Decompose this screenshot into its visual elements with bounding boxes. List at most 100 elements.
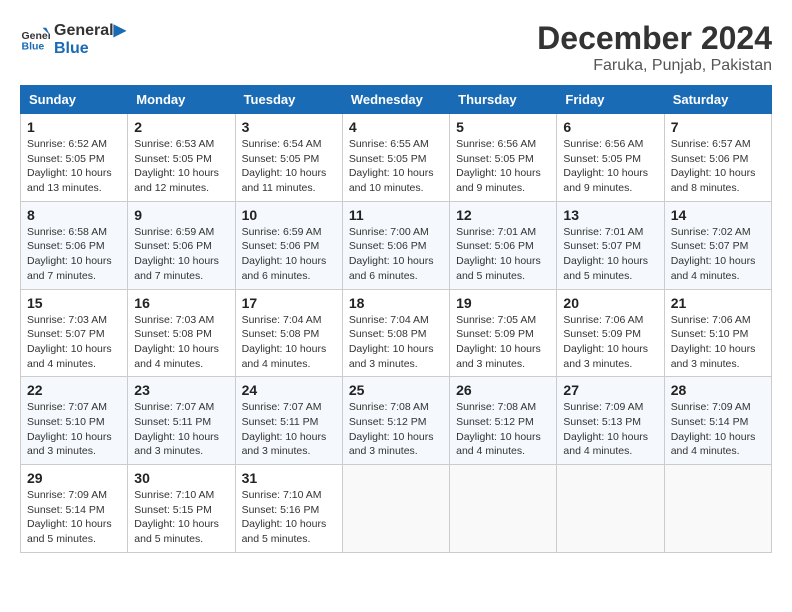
day-info: Sunrise: 7:07 AM Sunset: 5:11 PM Dayligh… [242,400,336,459]
calendar-cell: 3 Sunrise: 6:54 AM Sunset: 5:05 PM Daylig… [235,114,342,202]
header-thursday: Thursday [450,86,557,114]
day-number: 27 [563,382,657,398]
header-wednesday: Wednesday [342,86,449,114]
calendar-week-5: 29 Sunrise: 7:09 AM Sunset: 5:14 PM Dayli… [21,465,772,553]
day-info: Sunrise: 7:07 AM Sunset: 5:11 PM Dayligh… [134,400,228,459]
day-info: Sunrise: 7:04 AM Sunset: 5:08 PM Dayligh… [242,313,336,372]
calendar-cell: 9 Sunrise: 6:59 AM Sunset: 5:06 PM Daylig… [128,201,235,289]
day-info: Sunrise: 7:09 AM Sunset: 5:14 PM Dayligh… [27,488,121,547]
calendar-cell: 28 Sunrise: 7:09 AM Sunset: 5:14 PM Dayli… [664,377,771,465]
calendar-week-2: 8Sunrise: 6:58 AM Sunset: 5:06 PM Daylig… [21,201,772,289]
day-number: 15 [27,295,121,311]
day-number: 11 [349,207,443,223]
calendar-table: Sunday Monday Tuesday Wednesday Thursday… [20,85,772,553]
day-info: Sunrise: 7:01 AM Sunset: 5:07 PM Dayligh… [563,225,657,284]
calendar-cell [557,465,664,553]
day-info: Sunrise: 7:09 AM Sunset: 5:14 PM Dayligh… [671,400,765,459]
day-number: 20 [563,295,657,311]
logo-text-line2: Blue [54,40,126,58]
calendar-cell: 15Sunrise: 7:03 AM Sunset: 5:07 PM Dayli… [21,289,128,377]
calendar-cell [664,465,771,553]
day-info: Sunrise: 7:03 AM Sunset: 5:08 PM Dayligh… [134,313,228,372]
day-number: 29 [27,470,121,486]
calendar-header-row: Sunday Monday Tuesday Wednesday Thursday… [21,86,772,114]
day-info: Sunrise: 6:55 AM Sunset: 5:05 PM Dayligh… [349,137,443,196]
day-info: Sunrise: 7:00 AM Sunset: 5:06 PM Dayligh… [349,225,443,284]
day-info: Sunrise: 7:02 AM Sunset: 5:07 PM Dayligh… [671,225,765,284]
title-area: December 2024 Faruka, Punjab, Pakistan [537,20,772,75]
day-info: Sunrise: 7:05 AM Sunset: 5:09 PM Dayligh… [456,313,550,372]
day-number: 21 [671,295,765,311]
header-tuesday: Tuesday [235,86,342,114]
day-info: Sunrise: 6:59 AM Sunset: 5:06 PM Dayligh… [242,225,336,284]
day-info: Sunrise: 6:56 AM Sunset: 5:05 PM Dayligh… [456,137,550,196]
day-number: 24 [242,382,336,398]
calendar-cell: 20 Sunrise: 7:06 AM Sunset: 5:09 PM Dayli… [557,289,664,377]
day-info: Sunrise: 6:59 AM Sunset: 5:06 PM Dayligh… [134,225,228,284]
logo-text-line1: General▶ [54,20,126,40]
calendar-cell: 13Sunrise: 7:01 AM Sunset: 5:07 PM Dayli… [557,201,664,289]
header-friday: Friday [557,86,664,114]
calendar-cell: 22 Sunrise: 7:07 AM Sunset: 5:10 PM Dayli… [21,377,128,465]
day-info: Sunrise: 7:08 AM Sunset: 5:12 PM Dayligh… [349,400,443,459]
svg-text:Blue: Blue [22,41,45,53]
day-number: 31 [242,470,336,486]
day-number: 18 [349,295,443,311]
calendar-cell: 10 Sunrise: 6:59 AM Sunset: 5:06 PM Dayli… [235,201,342,289]
day-info: Sunrise: 7:10 AM Sunset: 5:16 PM Dayligh… [242,488,336,547]
calendar-cell: 23 Sunrise: 7:07 AM Sunset: 5:11 PM Dayli… [128,377,235,465]
day-info: Sunrise: 6:53 AM Sunset: 5:05 PM Dayligh… [134,137,228,196]
day-number: 2 [134,119,228,135]
month-title: December 2024 [537,20,772,57]
calendar-cell: 1 Sunrise: 6:52 AM Sunset: 5:05 PM Daylig… [21,114,128,202]
day-info: Sunrise: 7:09 AM Sunset: 5:13 PM Dayligh… [563,400,657,459]
header-saturday: Saturday [664,86,771,114]
day-number: 10 [242,207,336,223]
calendar-cell: 14 Sunrise: 7:02 AM Sunset: 5:07 PM Dayli… [664,201,771,289]
calendar-cell: 18 Sunrise: 7:04 AM Sunset: 5:08 PM Dayli… [342,289,449,377]
day-info: Sunrise: 7:04 AM Sunset: 5:08 PM Dayligh… [349,313,443,372]
logo: General Blue General▶ Blue [20,20,126,58]
location-subtitle: Faruka, Punjab, Pakistan [537,57,772,75]
calendar-cell: 21 Sunrise: 7:06 AM Sunset: 5:10 PM Dayli… [664,289,771,377]
day-info: Sunrise: 7:01 AM Sunset: 5:06 PM Dayligh… [456,225,550,284]
day-number: 28 [671,382,765,398]
calendar-cell: 6Sunrise: 6:56 AM Sunset: 5:05 PM Daylig… [557,114,664,202]
calendar-cell: 5Sunrise: 6:56 AM Sunset: 5:05 PM Daylig… [450,114,557,202]
day-number: 22 [27,382,121,398]
calendar-cell: 2 Sunrise: 6:53 AM Sunset: 5:05 PM Daylig… [128,114,235,202]
day-number: 9 [134,207,228,223]
day-number: 3 [242,119,336,135]
day-info: Sunrise: 6:56 AM Sunset: 5:05 PM Dayligh… [563,137,657,196]
day-number: 1 [27,119,121,135]
calendar-week-4: 22 Sunrise: 7:07 AM Sunset: 5:10 PM Dayli… [21,377,772,465]
day-info: Sunrise: 7:06 AM Sunset: 5:10 PM Dayligh… [671,313,765,372]
calendar-cell: 11 Sunrise: 7:00 AM Sunset: 5:06 PM Dayli… [342,201,449,289]
day-info: Sunrise: 6:54 AM Sunset: 5:05 PM Dayligh… [242,137,336,196]
day-number: 19 [456,295,550,311]
day-number: 30 [134,470,228,486]
calendar-cell: 30Sunrise: 7:10 AM Sunset: 5:15 PM Dayli… [128,465,235,553]
calendar-cell [342,465,449,553]
calendar-cell: 19 Sunrise: 7:05 AM Sunset: 5:09 PM Dayli… [450,289,557,377]
day-info: Sunrise: 6:52 AM Sunset: 5:05 PM Dayligh… [27,137,121,196]
day-number: 14 [671,207,765,223]
header-monday: Monday [128,86,235,114]
header: General Blue General▶ Blue December 2024… [20,20,772,75]
header-sunday: Sunday [21,86,128,114]
calendar-cell: 16Sunrise: 7:03 AM Sunset: 5:08 PM Dayli… [128,289,235,377]
day-number: 23 [134,382,228,398]
calendar-cell: 12 Sunrise: 7:01 AM Sunset: 5:06 PM Dayli… [450,201,557,289]
calendar-cell: 25Sunrise: 7:08 AM Sunset: 5:12 PM Dayli… [342,377,449,465]
day-number: 12 [456,207,550,223]
calendar-cell: 24 Sunrise: 7:07 AM Sunset: 5:11 PM Dayli… [235,377,342,465]
day-info: Sunrise: 7:07 AM Sunset: 5:10 PM Dayligh… [27,400,121,459]
calendar-cell: 26Sunrise: 7:08 AM Sunset: 5:12 PM Dayli… [450,377,557,465]
day-info: Sunrise: 7:06 AM Sunset: 5:09 PM Dayligh… [563,313,657,372]
day-number: 4 [349,119,443,135]
day-number: 17 [242,295,336,311]
calendar-cell [450,465,557,553]
day-info: Sunrise: 6:58 AM Sunset: 5:06 PM Dayligh… [27,225,121,284]
calendar-cell: 31 Sunrise: 7:10 AM Sunset: 5:16 PM Dayli… [235,465,342,553]
calendar-cell: 29 Sunrise: 7:09 AM Sunset: 5:14 PM Dayli… [21,465,128,553]
